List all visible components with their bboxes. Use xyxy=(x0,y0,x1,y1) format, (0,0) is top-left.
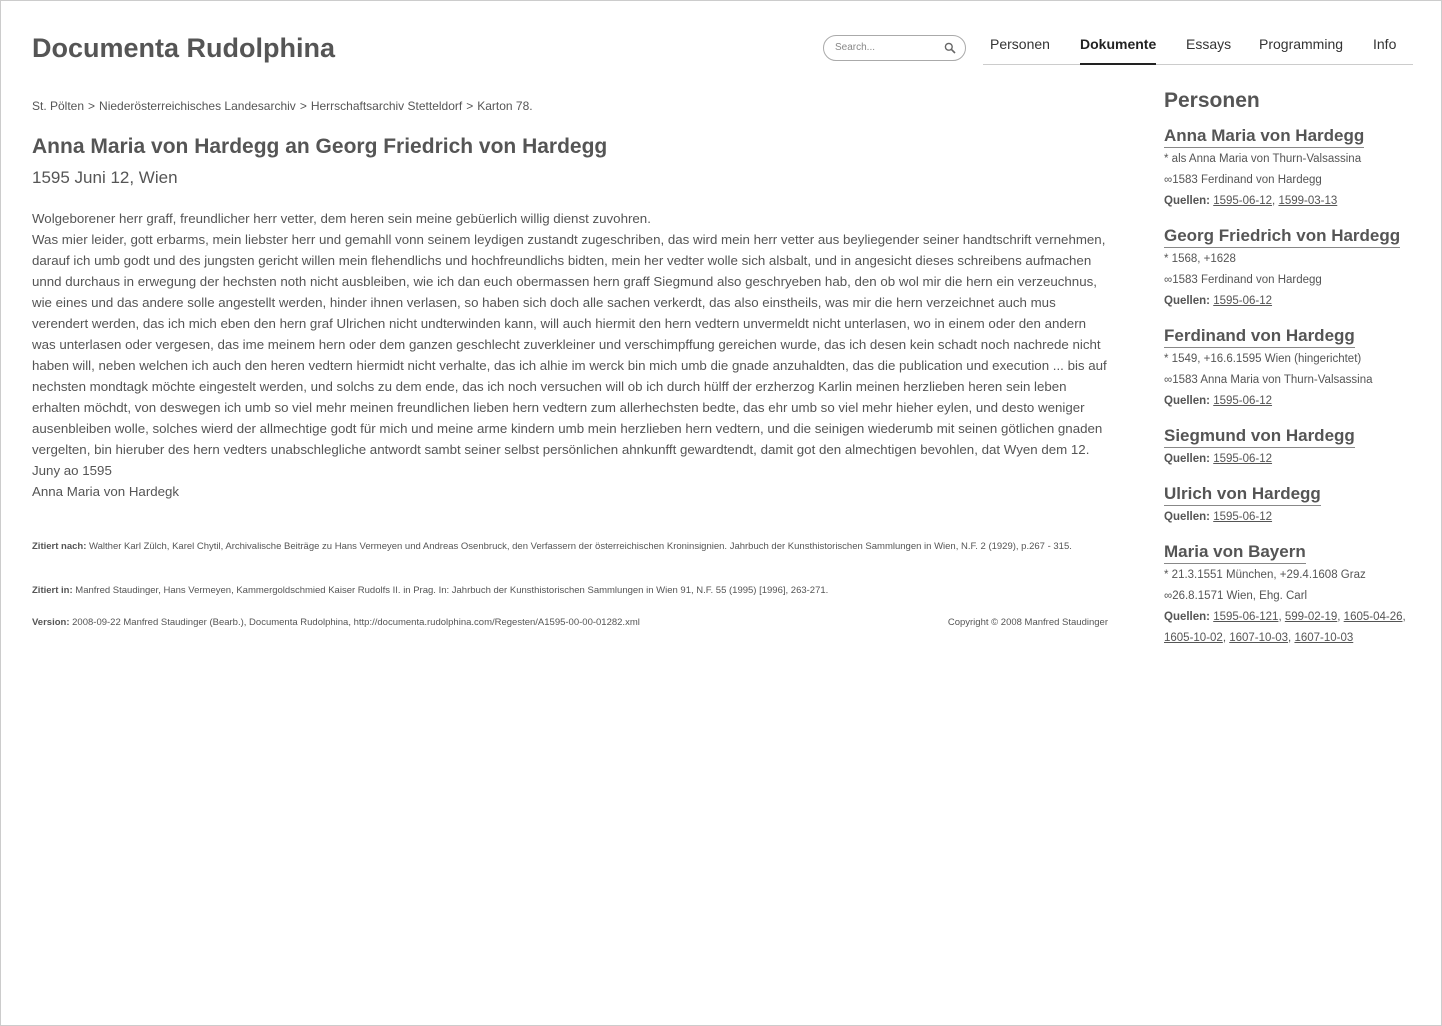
letter-text: Wolgeborener herr graff, freundlicher he… xyxy=(32,208,1108,502)
sidebar-title: Personen xyxy=(1164,89,1260,112)
person-name-link[interactable]: Georg Friedrich von Hardegg xyxy=(1164,225,1401,248)
source-link[interactable]: 1595-06-12 xyxy=(1213,295,1272,307)
version-label: Version: xyxy=(32,617,70,628)
source-link[interactable]: 1595-06-12 xyxy=(1213,511,1272,523)
search-box[interactable] xyxy=(823,35,966,61)
main-nav: Personen Dokumente Essays Programming In… xyxy=(983,35,1413,65)
source-link[interactable]: 1595-06-12 xyxy=(1213,395,1272,407)
person-info: * 1549, +16.6.1595 Wien (hingerichtet) xyxy=(1164,353,1362,365)
sources-label: Quellen: xyxy=(1164,453,1211,465)
person-name-link[interactable]: Maria von Bayern xyxy=(1164,541,1306,564)
person-sources: Quellen: 1595-06-12 xyxy=(1164,391,1414,412)
person-sources: Quellen: 1595-06-12 xyxy=(1164,449,1414,470)
letter-body: Was mier leider, gott erbarms, mein lieb… xyxy=(32,232,1107,478)
person-info: * als Anna Maria von Thurn-Valsassina xyxy=(1164,153,1362,165)
person-entry: Georg Friedrich von Hardegg * 1568, +1628… xyxy=(1164,225,1414,312)
source-link[interactable]: 1595-06-12 xyxy=(1213,453,1272,465)
search-icon[interactable] xyxy=(944,42,956,54)
version-row: Version: 2008-09-22 Manfred Staudinger (… xyxy=(32,617,1108,628)
cited-in-text: Manfred Staudinger, Hans Vermeyen, Kamme… xyxy=(75,585,829,596)
nav-tab-essays[interactable]: Essays xyxy=(1186,35,1231,63)
nav-tab-programming[interactable]: Programming xyxy=(1259,35,1343,63)
person-entry: Ulrich von Hardegg Quellen: 1595-06-12 xyxy=(1164,483,1414,528)
person-entry: Maria von Bayern * 21.3.1551 München, +29… xyxy=(1164,541,1414,649)
sources-label: Quellen: xyxy=(1164,395,1211,407)
site-title[interactable]: Documenta Rudolphina xyxy=(32,33,335,64)
sources-label: Quellen: xyxy=(1164,195,1211,207)
person-entry: Ferdinand von Hardegg * 1549, +16.6.1595 … xyxy=(1164,325,1414,412)
search-input[interactable] xyxy=(833,41,937,54)
source-link[interactable]: 599-02-19 xyxy=(1285,611,1337,623)
cited-in: Zitiert in: Manfred Staudinger, Hans Ver… xyxy=(32,584,1108,597)
source-link[interactable]: 1595-06-12 xyxy=(1213,195,1272,207)
nav-tab-personen[interactable]: Personen xyxy=(990,35,1050,63)
breadcrumb-item: Herrschaftsarchiv Stetteldorf xyxy=(310,99,463,113)
version-text: 2008-09-22 Manfred Staudinger (Bearb.), … xyxy=(72,617,640,628)
person-info: ∞1583 Ferdinand von Hardegg xyxy=(1164,274,1322,286)
person-entry: Siegmund von Hardegg Quellen: 1595-06-12 xyxy=(1164,425,1414,470)
source-link[interactable]: 1605-10-02 xyxy=(1164,632,1223,644)
source-link[interactable]: 1595-06-121 xyxy=(1213,611,1278,623)
person-info: * 21.3.1551 München, +29.4.1608 Graz xyxy=(1164,569,1366,581)
source-link[interactable]: 1605-04-26 xyxy=(1344,611,1403,623)
person-name-link[interactable]: Siegmund von Hardegg xyxy=(1164,425,1355,448)
person-entry: Anna Maria von Hardegg * als Anna Maria v… xyxy=(1164,125,1414,212)
document-title: Anna Maria von Hardegg an Georg Friedric… xyxy=(32,135,608,158)
source-link[interactable]: 1607-10-03 xyxy=(1294,632,1353,644)
sources-label: Quellen: xyxy=(1164,611,1211,623)
person-name-link[interactable]: Anna Maria von Hardegg xyxy=(1164,125,1365,148)
nav-tab-info[interactable]: Info xyxy=(1373,35,1396,63)
copyright: Copyright © 2008 Manfred Staudinger xyxy=(947,617,1108,628)
document-date: 1595 Juni 12, Wien xyxy=(32,168,178,187)
cited-after-label: Zitiert nach: xyxy=(32,541,87,552)
person-info: ∞1583 Anna Maria von Thurn-Valsassina xyxy=(1164,374,1373,386)
cited-after-text: Walther Karl Zülch, Karel Chytil, Archiv… xyxy=(89,541,1072,552)
person-info: ∞26.8.1571 Wien, Ehg. Carl xyxy=(1164,590,1308,602)
person-sources: Quellen: 1595-06-12 xyxy=(1164,291,1414,312)
breadcrumb-item: Karton 78. xyxy=(477,99,533,113)
source-link[interactable]: 1599-03-13 xyxy=(1278,195,1337,207)
person-info: ∞1583 Ferdinand von Hardegg xyxy=(1164,174,1322,186)
person-name-link[interactable]: Ulrich von Hardegg xyxy=(1164,483,1321,506)
main-content: St. Pölten > Niederösterreichisches Landes… xyxy=(32,99,1108,628)
breadcrumb: St. Pölten > Niederösterreichisches Landes… xyxy=(32,99,533,113)
letter-signature: Anna Maria von Hardegk xyxy=(32,484,180,499)
letter-greeting: Wolgeborener herr graff, freundlicher he… xyxy=(32,211,651,226)
breadcrumb-item: St. Pölten xyxy=(32,99,85,113)
person-sources: Quellen: 1595-06-12, 1599-03-13 xyxy=(1164,195,1338,207)
person-sources: Quellen: 1595-06-121, 599-02-19, 1605-04… xyxy=(1164,611,1406,644)
persons-sidebar: Personen Anna Maria von Hardegg * als Ann… xyxy=(1164,89,1414,662)
cited-in-label: Zitiert in: xyxy=(32,585,73,596)
sources-label: Quellen: xyxy=(1164,295,1211,307)
nav-tab-dokumente[interactable]: Dokumente xyxy=(1080,35,1157,65)
breadcrumb-item: Niederösterreichisches Landesarchiv xyxy=(99,99,296,113)
person-sources: Quellen: 1595-06-12 xyxy=(1164,507,1414,528)
sources-label: Quellen: xyxy=(1164,511,1211,523)
person-name-link[interactable]: Ferdinand von Hardegg xyxy=(1164,325,1355,348)
cited-after: Zitiert nach: Walther Karl Zülch, Karel … xyxy=(32,540,1108,553)
source-link[interactable]: 1607-10-03 xyxy=(1229,632,1288,644)
person-info: * 1568, +1628 xyxy=(1164,253,1236,265)
person-list: Anna Maria von Hardegg * als Anna Maria v… xyxy=(1164,125,1414,649)
